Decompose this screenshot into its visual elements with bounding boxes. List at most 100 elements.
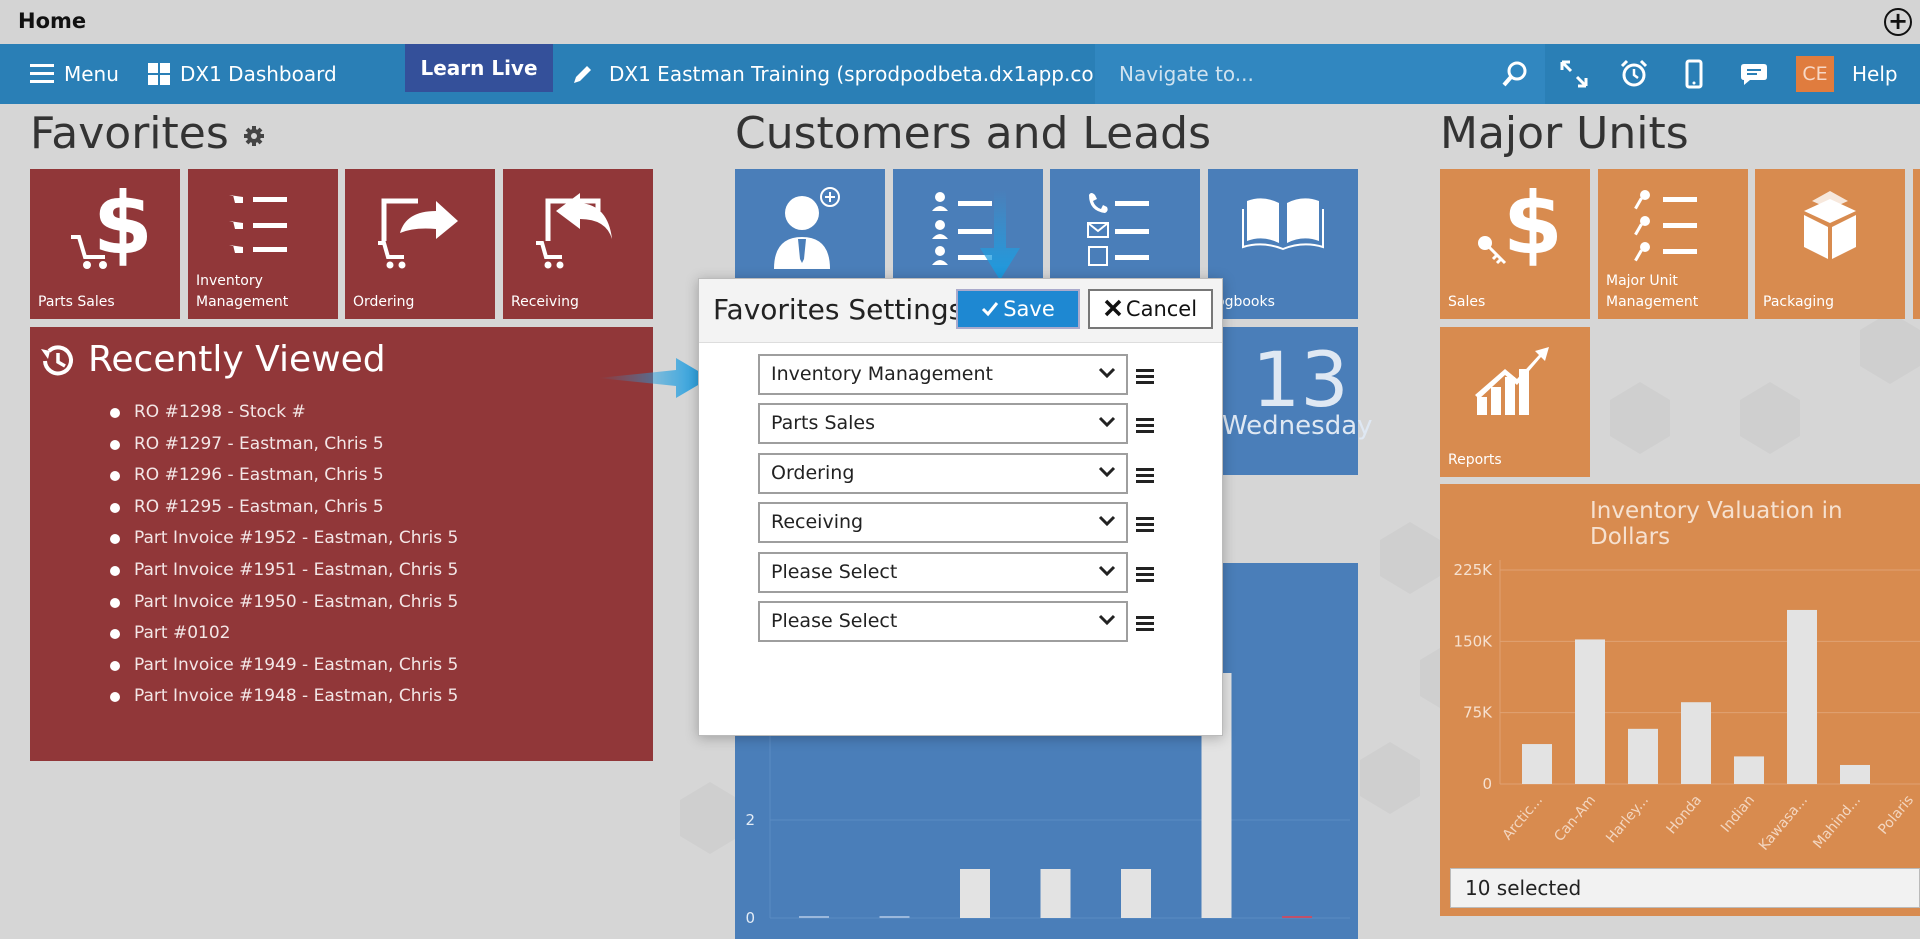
list-item[interactable]: Part Invoice #1948 - Eastman, Chris 5 [110, 681, 458, 713]
tile-label: Inventory Management [196, 273, 289, 310]
dialog-title: Favorites Settings [713, 293, 964, 326]
tile-reports[interactable]: Reports [1440, 327, 1590, 477]
favorite-select-5[interactable]: Please Select [758, 552, 1128, 593]
chevron-down-icon [1098, 614, 1116, 626]
title-bar: Home + [0, 0, 1920, 44]
bar [1628, 728, 1658, 784]
mobile-phone-icon[interactable] [1678, 58, 1710, 90]
recently-viewed-list: RO #1298 - Stock # RO #1297 - Eastman, C… [110, 397, 458, 713]
bar [1121, 869, 1151, 918]
cancel-label: Cancel [1125, 297, 1198, 321]
dollar-cart-icon: $ [71, 181, 153, 274]
list-item[interactable]: Part Invoice #1949 - Eastman, Chris 5 [110, 650, 458, 682]
drag-handle-icon[interactable] [1136, 369, 1154, 384]
x-tick-label: Polaris [1875, 792, 1917, 837]
favorite-select-1[interactable]: Inventory Management [758, 354, 1128, 395]
grid-icon [148, 62, 170, 85]
favorite-select-4[interactable]: Receiving [758, 502, 1128, 543]
bar [1522, 744, 1552, 784]
favorite-select-6[interactable]: Please Select [758, 601, 1128, 642]
calendar-tile[interactable]: 13 Wednesday [1208, 327, 1373, 475]
tile-label: Ordering [353, 294, 415, 310]
dashboard-label: DX1 Dashboard [180, 62, 337, 86]
tile-label: Receiving [511, 294, 579, 310]
drag-handle-icon[interactable] [1136, 517, 1154, 532]
favorite-select-3[interactable]: Ordering [758, 453, 1128, 494]
list-item[interactable]: RO #1295 - Eastman, Chris 5 [110, 492, 458, 524]
list-item[interactable]: Part #0102 [110, 618, 458, 650]
dollar-key-icon: $ [1478, 181, 1563, 274]
list-item[interactable]: RO #1297 - Eastman, Chris 5 [110, 429, 458, 461]
inventory-chart-svg: 0 75K 150K 225K Arctic... Can-Am Harley... Hond… [1454, 560, 1920, 854]
save-label: Save [1003, 297, 1055, 321]
y-tick-label: 75K [1463, 704, 1493, 722]
bar [1681, 702, 1711, 784]
tile-label: Packaging [1763, 294, 1835, 310]
y-tick-label: 150K [1454, 632, 1494, 650]
tile-partial[interactable] [1913, 169, 1920, 319]
chat-icon[interactable] [1738, 58, 1770, 90]
y-tick-label: 0 [745, 909, 755, 927]
close-icon [1104, 299, 1122, 317]
history-icon [41, 345, 73, 376]
tile-label: Major Unit Management [1606, 273, 1699, 310]
alarm-clock-icon[interactable] [1618, 58, 1650, 90]
save-button[interactable]: Save [956, 289, 1080, 329]
drag-handle-icon[interactable] [1136, 468, 1154, 483]
calendar-day: Wednesday [1222, 411, 1373, 441]
cancel-button[interactable]: Cancel [1088, 289, 1213, 329]
x-tick-label: Arctic... [1500, 792, 1546, 843]
boxes-icon [1804, 191, 1856, 259]
key-list-icon [1634, 190, 1697, 262]
list-item[interactable]: Part Invoice #1952 - Eastman, Chris 5 [110, 523, 458, 555]
list-item[interactable]: RO #1296 - Eastman, Chris 5 [110, 460, 458, 492]
bar [1575, 639, 1605, 784]
list-item[interactable]: RO #1298 - Stock # [110, 397, 458, 429]
y-tick-label: 2 [745, 811, 755, 829]
chevron-down-icon [1098, 367, 1116, 379]
dealer-multiselect[interactable]: 10 selected [1450, 868, 1920, 908]
major-units-title: Major Units [1440, 108, 1689, 159]
list-item[interactable]: Part Invoice #1950 - Eastman, Chris 5 [110, 587, 458, 619]
chevron-down-icon [1098, 515, 1116, 527]
company-label: DX1 Eastman Training (sprodpodbeta.dx1ap… [609, 62, 1121, 86]
tile-ordering[interactable]: Ordering [345, 169, 495, 319]
tile-receiving[interactable]: Receiving [503, 169, 653, 319]
avatar[interactable]: CE [1796, 56, 1834, 92]
gear-icon[interactable] [243, 125, 265, 147]
dialog-header: Favorites Settings Save Cancel [699, 279, 1222, 343]
drag-handle-icon[interactable] [1136, 616, 1154, 631]
drag-handle-icon[interactable] [1136, 418, 1154, 433]
search-icon[interactable] [1501, 60, 1529, 88]
dashboard-button[interactable]: DX1 Dashboard [148, 44, 337, 104]
select-value: Please Select [771, 561, 898, 583]
tutorial-arrow-right [598, 358, 710, 398]
favorite-select-2[interactable]: Parts Sales [758, 403, 1128, 444]
learn-live-button[interactable]: Learn Live [405, 44, 553, 92]
x-tick-label: Kawasa... [1756, 792, 1811, 853]
menu-button[interactable]: Menu [30, 44, 119, 104]
help-link[interactable]: Help [1852, 44, 1898, 104]
chevron-down-icon [1098, 466, 1116, 478]
tile-parts-sales[interactable]: $ Parts Sales [30, 169, 180, 319]
add-person-icon [774, 187, 840, 269]
list-item[interactable]: Part Invoice #1951 - Eastman, Chris 5 [110, 555, 458, 587]
select-value: Inventory Management [771, 363, 993, 385]
cart-arrow-out-icon [378, 198, 458, 269]
plus-circle-icon[interactable]: + [1884, 8, 1912, 36]
fullscreen-icon[interactable] [1558, 58, 1590, 90]
drag-handle-icon[interactable] [1136, 567, 1154, 582]
tile-major-unit-management[interactable]: Major Unit Management [1598, 169, 1748, 319]
select-value: Parts Sales [771, 412, 876, 434]
tile-logbooks[interactable]: ogbooks [1208, 169, 1358, 319]
tile-unit-sales[interactable]: $ Sales [1440, 169, 1590, 319]
tile-inventory-management[interactable]: Inventory Management [188, 169, 338, 319]
customers-title: Customers and Leads [735, 108, 1212, 159]
tutorial-arrow-down [980, 190, 1020, 280]
company-selector[interactable]: DX1 Eastman Training (sprodpodbeta.dx1ap… [571, 44, 1121, 104]
checkmark-icon [982, 302, 999, 317]
tile-packaging[interactable]: Packaging [1755, 169, 1905, 319]
pencil-icon [574, 65, 591, 83]
navigate-search-field[interactable]: Navigate to... [1095, 44, 1545, 104]
navigate-placeholder: Navigate to... [1119, 62, 1254, 86]
